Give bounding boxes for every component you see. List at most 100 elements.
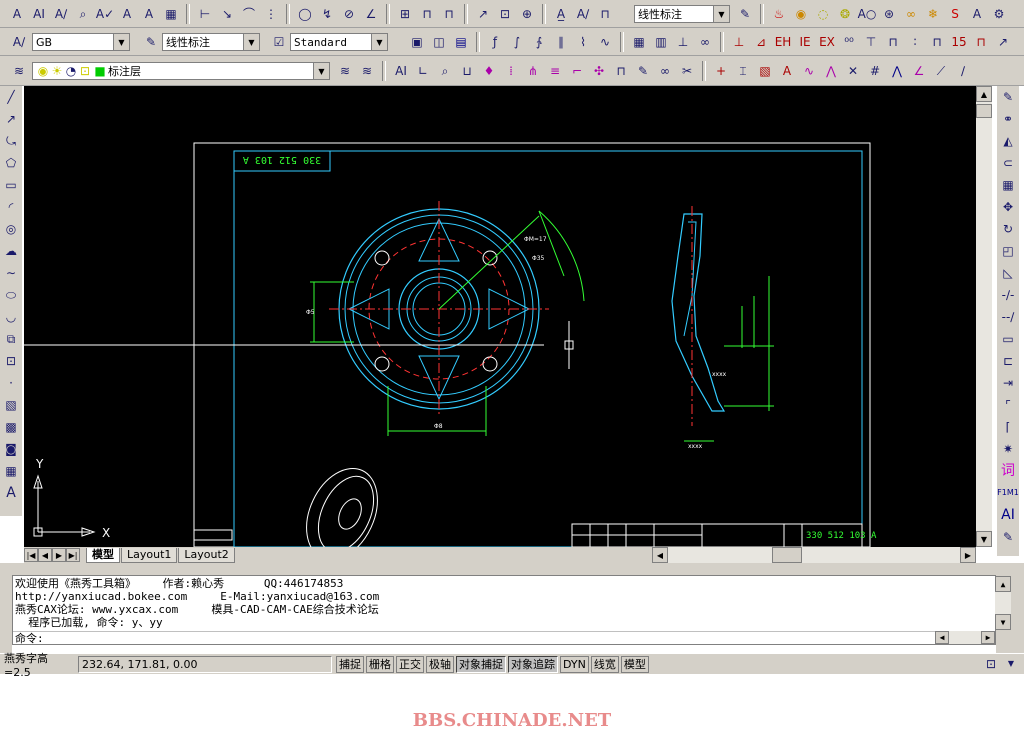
- yx-link-icon[interactable]: ∞: [656, 62, 674, 80]
- cmd-scroll-up-icon[interactable]: ▲: [995, 576, 1011, 592]
- arc-icon[interactable]: ◜: [2, 198, 20, 216]
- ellipse-arc-icon[interactable]: ◡: [2, 308, 20, 326]
- grid-toggle[interactable]: 栅格: [366, 655, 394, 673]
- yx-angle2-icon[interactable]: ∠: [910, 62, 928, 80]
- stretch-icon[interactable]: ◺: [999, 264, 1017, 282]
- canvas-vscroll[interactable]: ▲ ▼: [976, 86, 992, 547]
- mark-00-icon[interactable]: ⁰⁰: [840, 33, 858, 51]
- yx-aa-icon[interactable]: A: [778, 62, 796, 80]
- bulb-icon[interactable]: ◉: [792, 5, 810, 23]
- yx-cut-icon[interactable]: ✂: [678, 62, 696, 80]
- model-toggle[interactable]: 模型: [620, 655, 649, 673]
- line-icon[interactable]: ╱: [2, 88, 20, 106]
- tab-prev-icon[interactable]: ◀: [38, 548, 52, 562]
- canvas-hscroll[interactable]: ◀ ▶: [652, 547, 976, 563]
- explode-icon[interactable]: ✷: [999, 440, 1017, 458]
- angular-dim-icon[interactable]: ∠: [362, 5, 380, 23]
- make-block-icon[interactable]: ⊡: [2, 352, 20, 370]
- yx-fm-icon[interactable]: F1M1: [997, 484, 1019, 502]
- arc-length-icon[interactable]: ⌒: [240, 5, 258, 23]
- yx-text-icon[interactable]: AI: [392, 62, 410, 80]
- block-grid-icon[interactable]: ▦: [630, 33, 648, 51]
- sun-icon[interactable]: ☀: [51, 62, 63, 80]
- trim-icon[interactable]: -∕-: [999, 286, 1017, 304]
- mark-tree-icon[interactable]: ⊤: [862, 33, 880, 51]
- lineweight-toggle[interactable]: 线宽: [590, 655, 619, 673]
- drawing-canvas[interactable]: 330 512 103 A ΦM=17 Φ35 Φ8 Φ5 xxxx xxxx …: [24, 86, 976, 547]
- tab-layout1[interactable]: Layout1: [121, 547, 178, 563]
- erase-icon[interactable]: ✎: [999, 88, 1017, 106]
- construction-line-icon[interactable]: ↗: [2, 110, 20, 128]
- yx-ci-icon[interactable]: 词: [999, 462, 1017, 480]
- layer-freeze-icon[interactable]: ❄: [924, 5, 942, 23]
- dimtedit-icon[interactable]: A∕: [574, 5, 592, 23]
- chevron-down-icon[interactable]: ▼: [371, 34, 387, 50]
- find-icon[interactable]: ⌕: [74, 5, 92, 23]
- yx-search-icon[interactable]: ⌕: [436, 62, 454, 80]
- fillet-icon[interactable]: ⌈: [999, 418, 1017, 436]
- polar-toggle[interactable]: 极轴: [426, 655, 454, 673]
- yx-diag-icon[interactable]: ⟋: [932, 62, 950, 80]
- yx-zigzag-icon[interactable]: ⋀: [822, 62, 840, 80]
- table-draw-icon[interactable]: ▦: [2, 462, 20, 480]
- scroll-down-icon[interactable]: ▼: [976, 531, 992, 547]
- yx-hook-icon[interactable]: ⌐: [568, 62, 586, 80]
- dyn-toggle[interactable]: DYN: [560, 655, 589, 673]
- mark-eh-icon[interactable]: EH: [774, 33, 792, 51]
- dimstyle-combo[interactable]: 线性标注 ▼: [162, 33, 260, 51]
- mark-ratio-icon[interactable]: ∶: [906, 33, 924, 51]
- baseline-dim-icon[interactable]: ⊓: [418, 5, 436, 23]
- dimedit-icon[interactable]: A̲: [552, 5, 570, 23]
- leader-icon[interactable]: ↗: [474, 5, 492, 23]
- ortho-toggle[interactable]: 正交: [396, 655, 424, 673]
- yx-angle-icon[interactable]: ∟: [414, 62, 432, 80]
- mtext-draw-icon[interactable]: A: [2, 484, 20, 502]
- mark-end-icon[interactable]: ⊓: [972, 33, 990, 51]
- yx-tool-2-icon[interactable]: ⚙: [990, 5, 1008, 23]
- offset-icon[interactable]: ⊂: [999, 154, 1017, 172]
- extend-icon[interactable]: --∕: [999, 308, 1017, 326]
- ellipse-icon[interactable]: ⬭: [2, 286, 20, 304]
- mirror-icon[interactable]: ◭: [999, 132, 1017, 150]
- move-icon[interactable]: ✥: [999, 198, 1017, 216]
- yx-erase-icon[interactable]: ✎: [999, 528, 1017, 546]
- mark-ex-icon[interactable]: EX: [818, 33, 836, 51]
- frame-icon[interactable]: ▣: [408, 33, 426, 51]
- rotate-icon[interactable]: ↻: [999, 220, 1017, 238]
- cmd-hscroll[interactable]: ◀ ▶: [935, 631, 995, 644]
- quick-dim-icon[interactable]: ⊞: [396, 5, 414, 23]
- dimstyle-combo-top[interactable]: 线性标注 ▼: [634, 5, 730, 23]
- mark-12-icon[interactable]: ⊓: [928, 33, 946, 51]
- mark-15-icon[interactable]: 15: [950, 33, 968, 51]
- chevron-down-icon[interactable]: ▼: [713, 6, 729, 22]
- radius-dim-icon[interactable]: ◯: [296, 5, 314, 23]
- yx-move-icon[interactable]: ✣: [590, 62, 608, 80]
- yx-lines-icon[interactable]: ≡: [546, 62, 564, 80]
- layer-combo[interactable]: ◉ ☀ ◔ ⊡ ■ 标注层 ▼: [32, 62, 330, 80]
- revcloud-icon[interactable]: ☁: [2, 242, 20, 260]
- yx-tag-icon[interactable]: ⊓: [612, 62, 630, 80]
- scroll-thumb[interactable]: [976, 104, 992, 118]
- snap-toggle[interactable]: 捕捉: [336, 655, 364, 673]
- tab-model[interactable]: 模型: [86, 547, 120, 563]
- text-circle-icon[interactable]: A○: [858, 5, 877, 23]
- text-icon[interactable]: A: [8, 5, 26, 23]
- block-stack-icon[interactable]: ▥: [652, 33, 670, 51]
- continue-dim-icon[interactable]: ⊓: [440, 5, 458, 23]
- yx-grid-icon[interactable]: #: [866, 62, 884, 80]
- yx-ibeam-icon[interactable]: ⌶: [734, 62, 752, 80]
- text-style-icon[interactable]: A: [118, 5, 136, 23]
- panel-icon[interactable]: ◫: [430, 33, 448, 51]
- scale-icon[interactable]: ◰: [999, 242, 1017, 260]
- ordinate-dim-icon[interactable]: ⋮: [262, 5, 280, 23]
- block-chain-icon[interactable]: ∞: [696, 33, 714, 51]
- break-icon[interactable]: ⊏: [999, 352, 1017, 370]
- circle-icon[interactable]: ◎: [2, 220, 20, 238]
- symbol-s-icon[interactable]: S: [946, 5, 964, 23]
- mark-arrow-icon[interactable]: ↗: [994, 33, 1012, 51]
- dimstyle-manager-icon[interactable]: ✎: [142, 33, 160, 51]
- tab-next-icon[interactable]: ▶: [52, 548, 66, 562]
- copy-icon[interactable]: ⚭: [999, 110, 1017, 128]
- tablestyle-manager-icon[interactable]: ☑: [270, 33, 288, 51]
- fillet-f-icon[interactable]: ƒ: [486, 33, 504, 51]
